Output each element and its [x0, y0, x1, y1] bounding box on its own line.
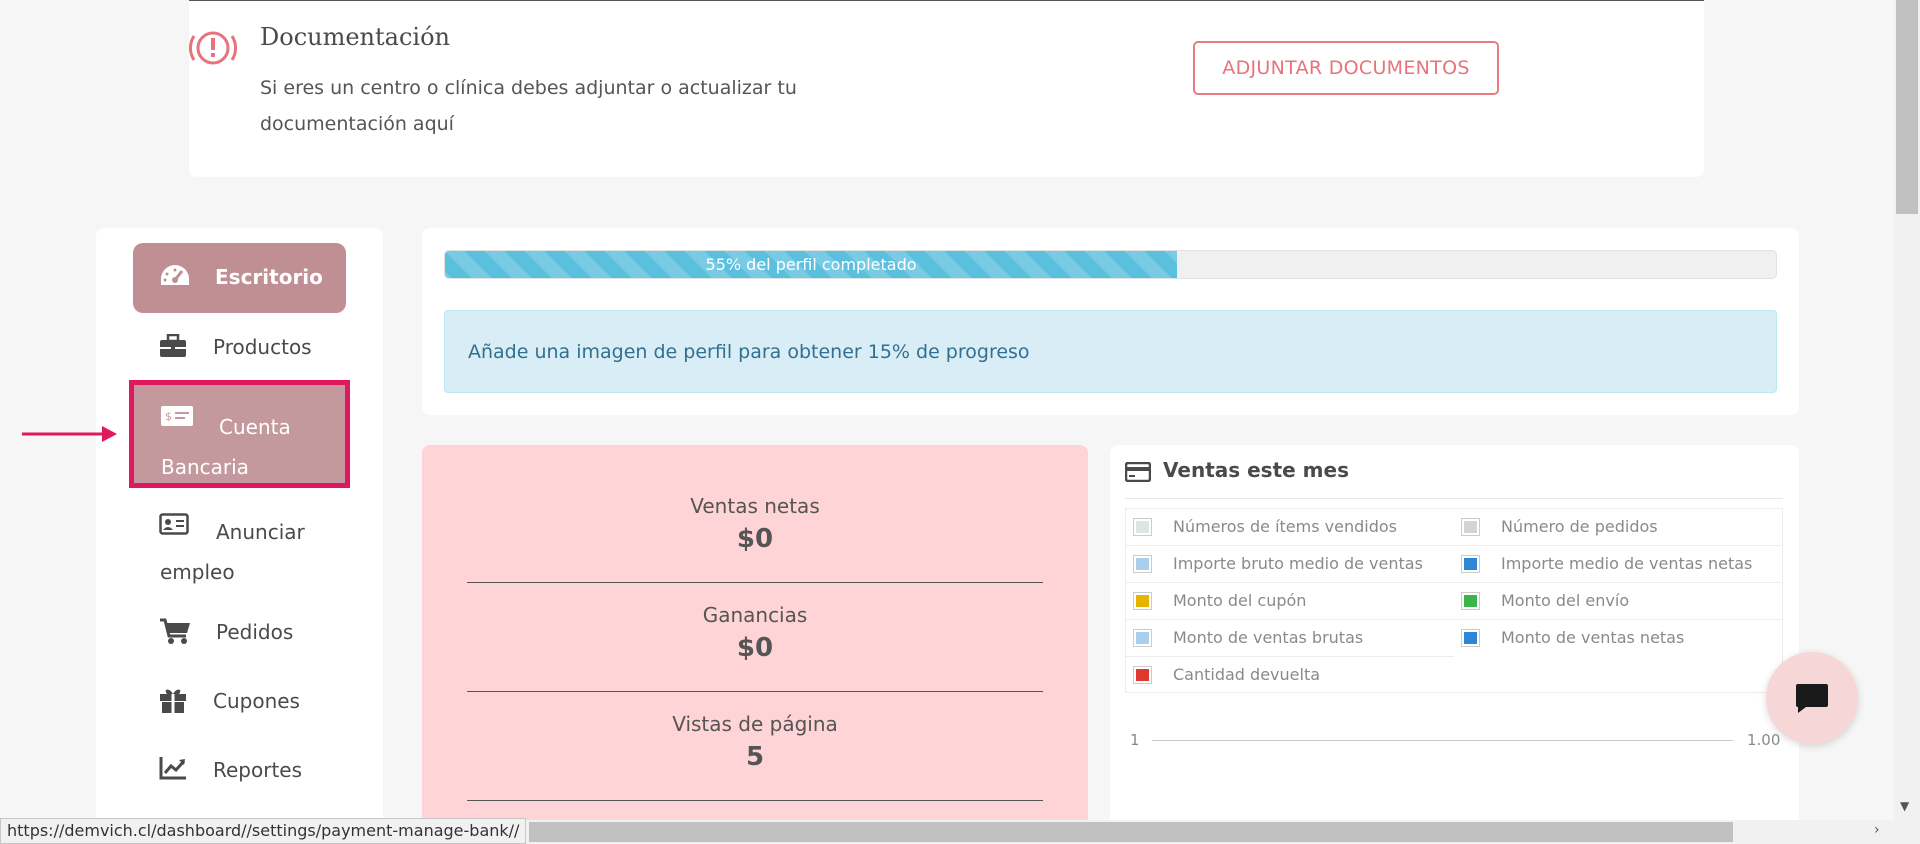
sidebar-item-label: Pedidos [216, 620, 294, 644]
legend-swatch [1136, 521, 1149, 533]
stat-value: $0 [736, 524, 774, 554]
stat-vistas-pagina: Vistas de página 5 [467, 712, 1043, 801]
sidebar-item-productos[interactable]: Productos [133, 330, 346, 370]
stat-label: Ventas netas [690, 494, 820, 518]
sidebar-item-label: Cuenta Bancaria [161, 415, 291, 479]
legend-swatch [1464, 632, 1477, 644]
sidebar-item-pedidos[interactable]: Pedidos [133, 615, 346, 655]
legend-label: Monto del cupón [1173, 591, 1307, 610]
alert-icon [189, 31, 237, 65]
briefcase-icon [160, 334, 186, 357]
divider [1126, 656, 1454, 657]
vertical-scrollbar-thumb[interactable] [1896, 0, 1918, 214]
divider [1126, 582, 1781, 583]
legend-swatch [1136, 669, 1149, 681]
stat-label: Ganancias [702, 603, 808, 627]
sidebar-item-label: Anunciar empleo [160, 520, 305, 584]
legend-label: Importe medio de ventas netas [1501, 554, 1753, 573]
legend-label: Monto del envío [1501, 591, 1630, 610]
stat-label: Vistas de página [672, 712, 838, 736]
sidebar-item-escritorio[interactable]: Escritorio [133, 243, 346, 313]
divider [1126, 545, 1781, 546]
documentation-text: Si eres un centro o clínica debes adjunt… [260, 77, 797, 135]
sidebar-item-label: Productos [213, 335, 312, 359]
legend-label: Monto de ventas netas [1501, 628, 1685, 647]
sidebar-item-cupones[interactable]: Cupones [133, 684, 346, 724]
stat-value: $0 [736, 633, 774, 663]
sidebar-item-reportes[interactable]: Reportes [133, 753, 346, 793]
sidebar-item-label: Reportes [213, 758, 303, 782]
pointer-arrow-icon [22, 426, 117, 442]
sidebar-item-anunciar-empleo[interactable]: Anunciar empleo [133, 505, 346, 585]
legend-swatch [1136, 595, 1149, 607]
legend-swatch [1464, 521, 1477, 533]
attach-documents-button[interactable]: ADJUNTAR DOCUMENTOS [1193, 41, 1499, 95]
stat-value: 5 [745, 742, 765, 772]
horizontal-scrollbar-thumb[interactable] [529, 822, 1733, 842]
legend-label: Números de ítems vendidos [1173, 517, 1397, 536]
chart-line-icon [159, 757, 186, 780]
sidebar-item-label: Escritorio [215, 265, 323, 289]
sales-month-title: Ventas este mes [1163, 458, 1349, 482]
profile-progress-label: 55% del perfil completado [705, 255, 917, 274]
chart-axis-min: 1 [1130, 731, 1140, 749]
divider [1126, 619, 1781, 620]
scroll-right-icon[interactable]: › [1874, 822, 1880, 838]
legend-swatch [1464, 595, 1477, 607]
legend-label: Cantidad devuelta [1173, 665, 1321, 684]
chat-button[interactable] [1766, 652, 1858, 744]
gift-icon [160, 689, 186, 713]
cart-icon [160, 618, 190, 644]
documentation-title: Documentación [260, 23, 450, 51]
chat-icon [1796, 684, 1828, 713]
profile-progress-bar: 55% del perfil completado [444, 250, 1777, 279]
chart-axis-line [1152, 740, 1733, 741]
legend-swatch [1136, 558, 1149, 570]
legend-label: Importe bruto medio de ventas [1173, 554, 1423, 573]
stat-ventas-netas: Ventas netas $0 [467, 494, 1043, 583]
sidebar-item-cuenta-bancaria[interactable]: $ Cuenta Bancaria [129, 380, 350, 488]
sidebar-item-label: Cupones [213, 689, 300, 713]
stat-ganancias: Ganancias $0 [467, 603, 1043, 692]
legend-swatch [1136, 632, 1149, 644]
divider [1125, 498, 1783, 499]
legend-label: Monto de ventas brutas [1173, 628, 1364, 647]
legend-swatch [1464, 558, 1477, 570]
status-bar-url: https://demvich.cl/dashboard//settings/p… [0, 818, 527, 844]
scroll-down-icon[interactable]: ▼ [1900, 799, 1909, 813]
tachometer-icon [161, 265, 189, 285]
legend-label: Número de pedidos [1501, 517, 1658, 536]
chart-axis-max: 1.00 [1747, 731, 1781, 749]
profile-tip-alert: Añade una imagen de perfil para obtener … [444, 310, 1777, 393]
credit-card-icon [1125, 462, 1151, 482]
